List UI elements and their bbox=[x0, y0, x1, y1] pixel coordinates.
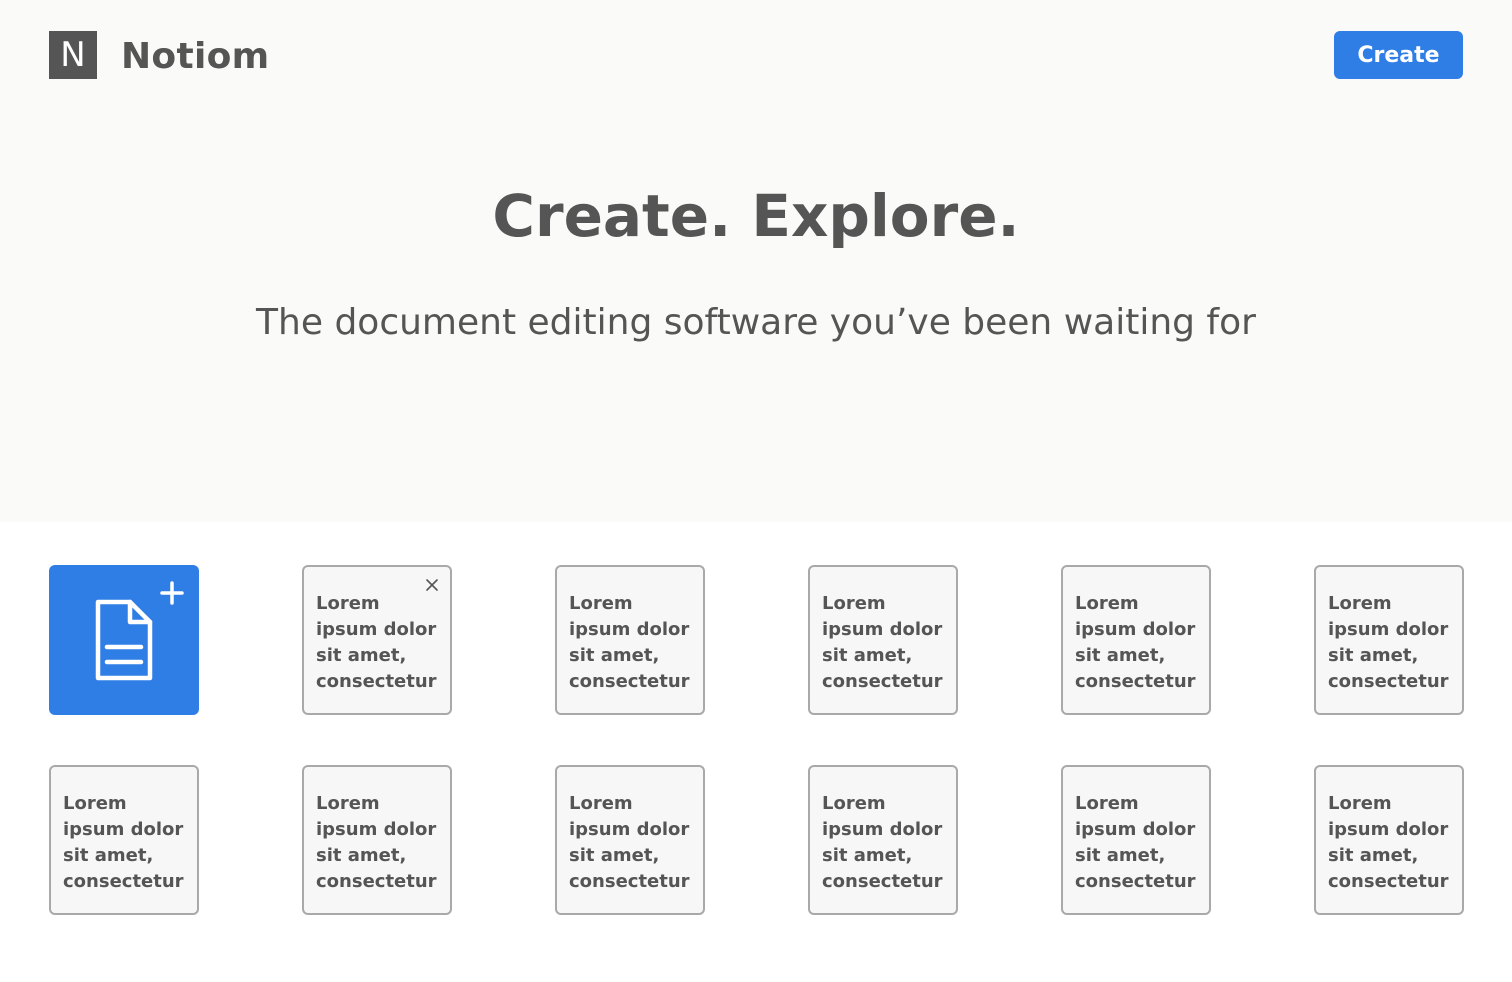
page-tagline: The document editing software you’ve bee… bbox=[256, 302, 1256, 343]
document-preview-text: Lorem ipsum dolor sit amet, consectetur bbox=[316, 593, 437, 692]
document-card[interactable]: Lorem ipsum dolor sit amet, consectetur bbox=[302, 565, 452, 715]
document-preview-text: Lorem ipsum dolor sit amet, consectetur bbox=[316, 793, 437, 892]
logo[interactable]: N bbox=[49, 31, 97, 79]
document-preview-text: Lorem ipsum dolor sit amet, consectetur bbox=[1328, 593, 1449, 692]
document-preview-text: Lorem ipsum dolor sit amet, consectetur bbox=[822, 593, 943, 692]
document-card[interactable]: Lorem ipsum dolor sit amet, consectetur bbox=[1061, 565, 1211, 715]
document-card[interactable]: Lorem ipsum dolor sit amet, consectetur bbox=[1314, 765, 1464, 915]
document-card[interactable]: Lorem ipsum dolor sit amet, consectetur bbox=[808, 765, 958, 915]
document-card[interactable]: Lorem ipsum dolor sit amet, consectetur bbox=[808, 565, 958, 715]
close-icon[interactable] bbox=[424, 577, 440, 593]
document-card[interactable]: Lorem ipsum dolor sit amet, consectetur bbox=[1061, 765, 1211, 915]
document-card[interactable]: Lorem ipsum dolor sit amet, consectetur bbox=[49, 765, 199, 915]
document-preview-text: Lorem ipsum dolor sit amet, consectetur bbox=[569, 593, 690, 692]
document-card[interactable]: Lorem ipsum dolor sit amet, consectetur bbox=[302, 765, 452, 915]
logo-letter: N bbox=[60, 35, 86, 75]
create-button[interactable]: Create bbox=[1334, 31, 1463, 79]
document-card[interactable]: Lorem ipsum dolor sit amet, consectetur bbox=[1314, 565, 1464, 715]
document-preview-text: Lorem ipsum dolor sit amet, consectetur bbox=[1328, 793, 1449, 892]
document-icon bbox=[95, 599, 153, 681]
page-headline: Create. Explore. bbox=[492, 182, 1020, 250]
document-card[interactable]: Lorem ipsum dolor sit amet, consectetur bbox=[555, 765, 705, 915]
document-card[interactable]: Lorem ipsum dolor sit amet, consectetur bbox=[555, 565, 705, 715]
document-preview-text: Lorem ipsum dolor sit amet, consectetur bbox=[1075, 593, 1196, 692]
plus-icon bbox=[160, 581, 184, 605]
document-preview-text: Lorem ipsum dolor sit amet, consectetur bbox=[1075, 793, 1196, 892]
brand-name[interactable]: Notiom bbox=[121, 30, 269, 82]
document-preview-text: Lorem ipsum dolor sit amet, consectetur bbox=[569, 793, 690, 892]
document-preview-text: Lorem ipsum dolor sit amet, consectetur bbox=[63, 793, 184, 892]
document-preview-text: Lorem ipsum dolor sit amet, consectetur bbox=[822, 793, 943, 892]
new-document-icon bbox=[95, 581, 184, 681]
new-document-card[interactable] bbox=[49, 565, 199, 715]
